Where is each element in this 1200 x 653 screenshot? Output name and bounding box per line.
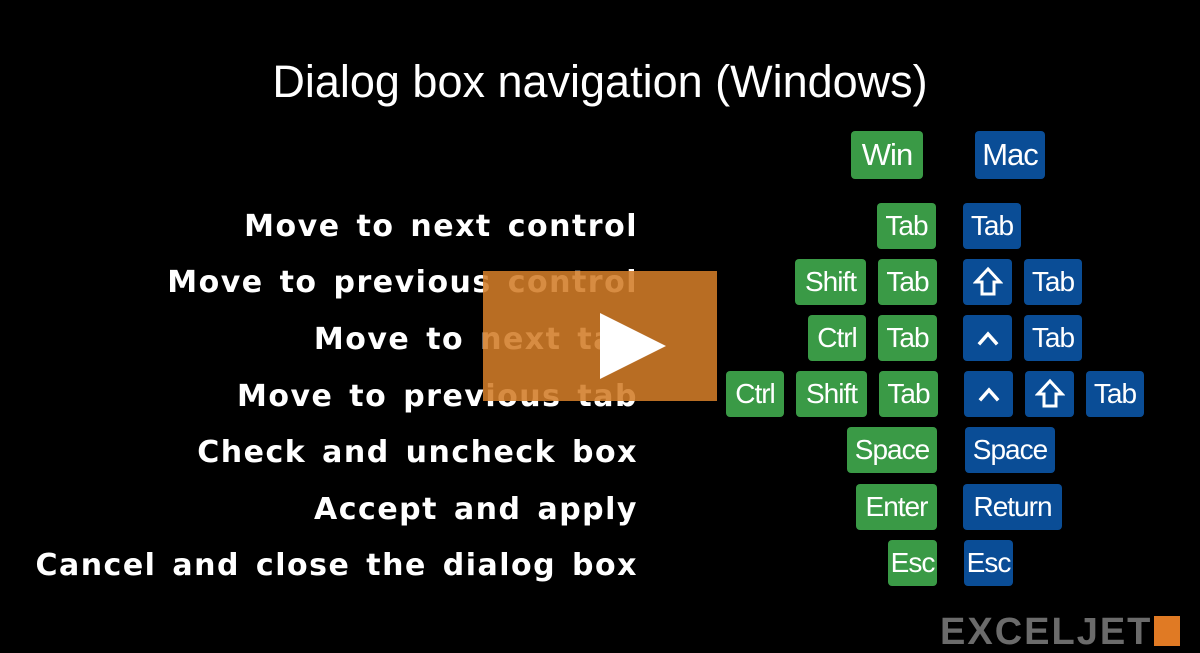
- win-key-tab: Tab: [878, 315, 937, 361]
- win-column-header: Win: [851, 131, 923, 179]
- row-description: Move to next control: [244, 209, 638, 244]
- mac-key-space: Space: [965, 427, 1055, 473]
- win-key-tab: Tab: [877, 203, 936, 249]
- control-caret-icon: [978, 387, 999, 402]
- mac-column-header: Mac: [975, 131, 1045, 179]
- logo-mark-icon: [1154, 616, 1181, 646]
- logo-text: EXCELJET: [940, 611, 1153, 653]
- mac-key-tab: Tab: [1086, 371, 1144, 417]
- mac-key-esc: Esc: [964, 540, 1013, 586]
- mac-key-shift: [1025, 371, 1074, 417]
- row-description: Accept and apply: [314, 492, 638, 527]
- win-key-space: Space: [847, 427, 937, 473]
- mac-key-control: [963, 315, 1012, 361]
- shift-arrow-icon: [1034, 378, 1065, 408]
- row-description: Cancel and close the dialog box: [35, 548, 638, 583]
- win-key-enter: Enter: [856, 484, 937, 530]
- page-title: Dialog box navigation (Windows): [272, 56, 928, 107]
- mac-key-tab: Tab: [963, 203, 1021, 249]
- play-icon: [600, 313, 666, 379]
- row-description: Check and uncheck box: [197, 435, 638, 470]
- win-key-shift: Shift: [796, 371, 867, 417]
- mac-key-tab: Tab: [1024, 259, 1082, 305]
- mac-key-return: Return: [963, 484, 1062, 530]
- win-key-ctrl: Ctrl: [808, 315, 866, 361]
- mac-key-tab: Tab: [1024, 315, 1082, 361]
- win-key-esc: Esc: [888, 540, 937, 586]
- win-key-tab: Tab: [879, 371, 938, 417]
- exceljet-logo: EXCELJET: [940, 611, 1181, 653]
- win-key-ctrl: Ctrl: [726, 371, 784, 417]
- shift-arrow-icon: [972, 266, 1003, 296]
- video-play-button[interactable]: [483, 271, 717, 401]
- mac-key-control: [964, 371, 1013, 417]
- win-key-shift: Shift: [795, 259, 866, 305]
- control-caret-icon: [977, 331, 998, 346]
- mac-key-shift: [963, 259, 1012, 305]
- win-key-tab: Tab: [878, 259, 937, 305]
